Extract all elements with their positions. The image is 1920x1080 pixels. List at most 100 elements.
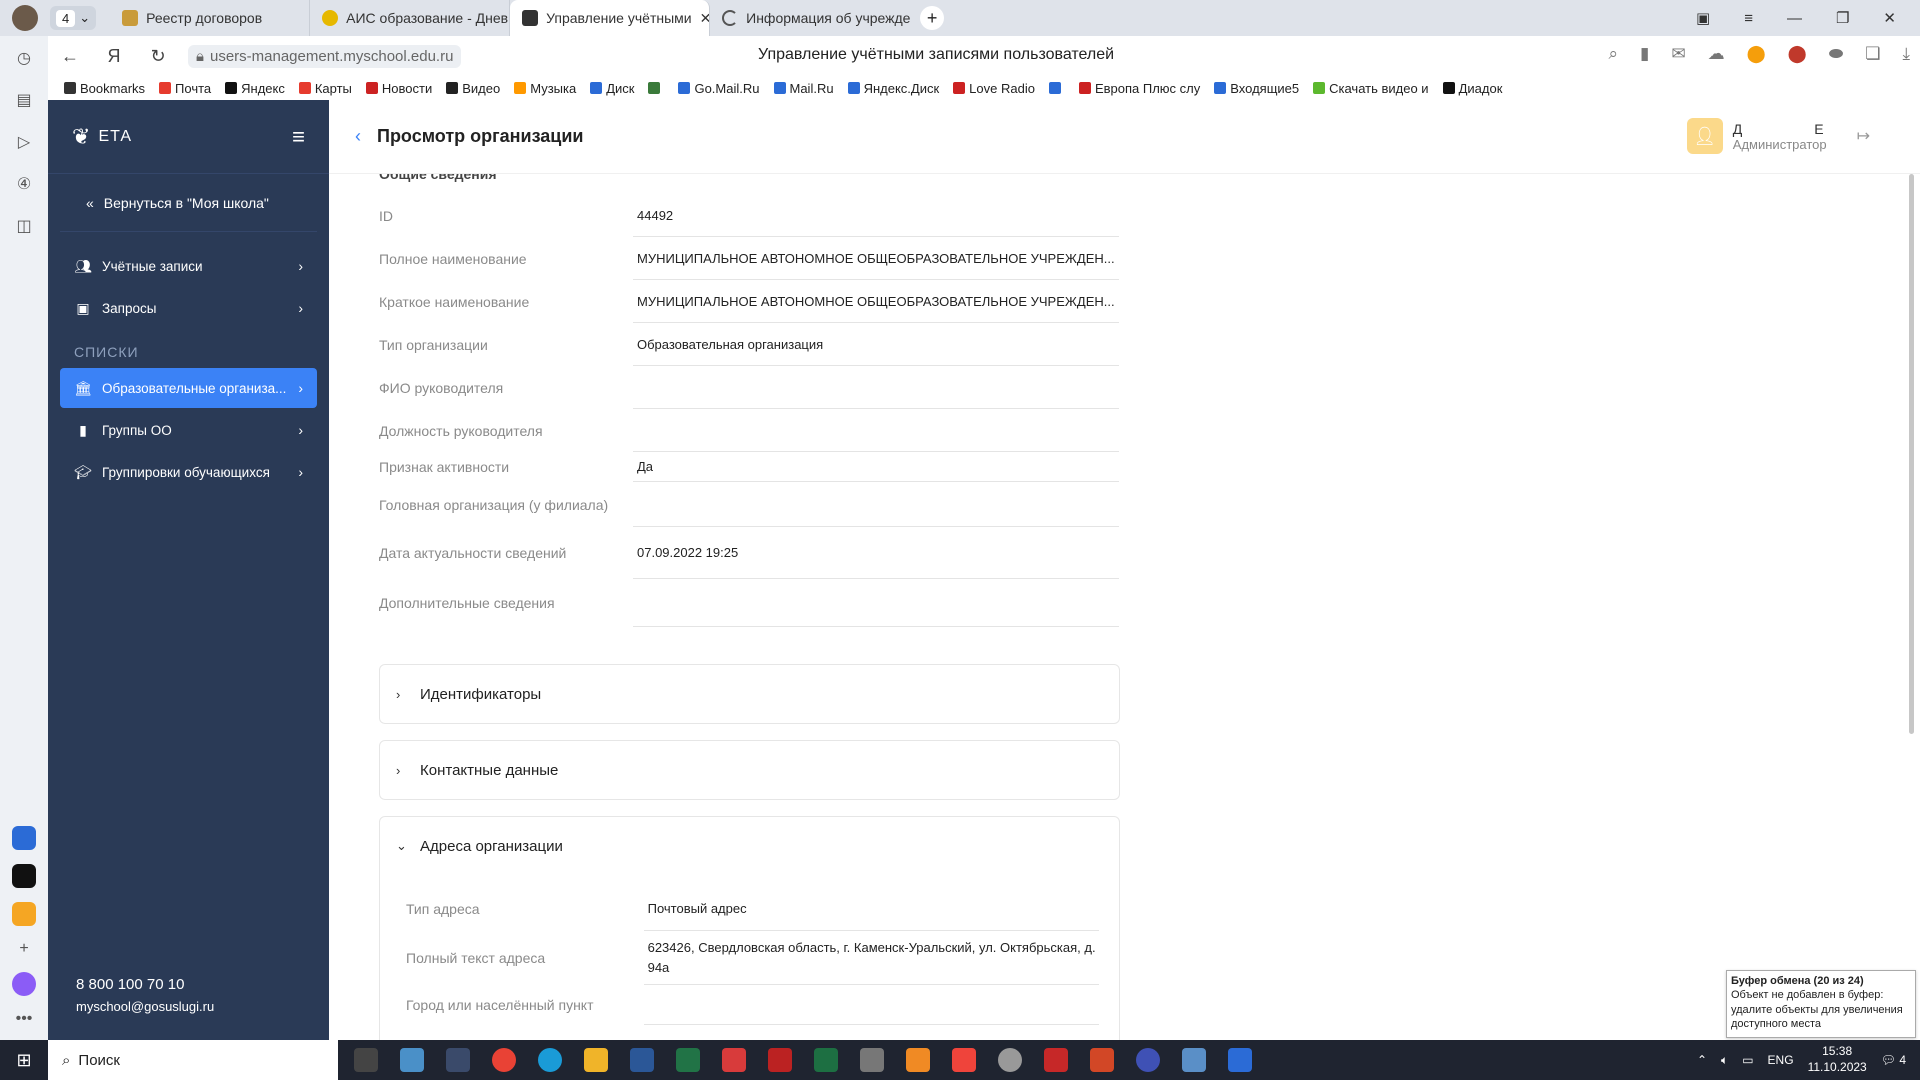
- sidebar-item-requests[interactable]: ▣ Запросы ›: [60, 288, 317, 328]
- tab-counter[interactable]: 4 ⌄: [50, 6, 97, 30]
- tabs-panel-icon[interactable]: ▣: [1696, 9, 1710, 27]
- app-monitor-icon[interactable]: [1182, 1048, 1206, 1072]
- extension-mail-icon[interactable]: ✉: [1671, 44, 1685, 64]
- network-icon[interactable]: [860, 1048, 884, 1072]
- word-icon[interactable]: [630, 1048, 654, 1072]
- anydesk-icon[interactable]: [952, 1048, 976, 1072]
- history-icon[interactable]: ◷: [17, 48, 31, 68]
- bookmark-item[interactable]: Яндекс: [225, 81, 285, 96]
- back-icon[interactable]: ‹: [355, 126, 361, 147]
- volume-icon[interactable]: 🔈︎: [1721, 1053, 1728, 1068]
- app-bug-icon[interactable]: [768, 1048, 792, 1072]
- windows-start-icon[interactable]: ⊞: [0, 1050, 48, 1071]
- browser-tab-contracts[interactable]: Реестр договоров: [110, 0, 311, 36]
- browser-profile-avatar[interactable]: [12, 5, 38, 31]
- bookmark-item[interactable]: Музыка: [514, 81, 576, 96]
- sidebar-item-organizations[interactable]: 🏛︎ Образовательные организа... ›: [60, 368, 317, 408]
- play-icon[interactable]: ▷: [18, 132, 30, 152]
- url-field[interactable]: 🔒︎ users-management.myschool.edu.ru: [188, 44, 462, 68]
- bookmark-item[interactable]: Bookmarks: [64, 81, 145, 96]
- content-scrollbar[interactable]: [1909, 174, 1914, 734]
- project-icon[interactable]: [676, 1048, 700, 1072]
- download-icon[interactable]: ⤓: [1902, 44, 1910, 64]
- accordion-header[interactable]: › Идентификаторы: [380, 665, 1119, 723]
- app-blue-icon[interactable]: [1136, 1048, 1160, 1072]
- extension-shield-icon[interactable]: ⬤: [1747, 44, 1766, 64]
- bookmark-item[interactable]: Love Radio: [953, 81, 1035, 96]
- clock[interactable]: 15:38 11.10.2023: [1808, 1044, 1867, 1075]
- browser-tab-users-management[interactable]: Управление учётными ✕: [510, 0, 711, 36]
- accordion-header[interactable]: › Контактные данные: [380, 741, 1119, 799]
- task-view-icon[interactable]: [354, 1048, 378, 1072]
- back-icon[interactable]: ←: [48, 46, 92, 67]
- menu-icon[interactable]: ≡: [1744, 10, 1753, 27]
- file-explorer-icon[interactable]: [584, 1048, 608, 1072]
- extension-cloud-icon[interactable]: ☁: [1708, 44, 1725, 64]
- bookmark-item[interactable]: Mail.Ru: [773, 81, 834, 96]
- close-icon[interactable]: ✕: [700, 10, 710, 27]
- bookmark-item[interactable]: Яндекс.Диск: [847, 81, 939, 96]
- notifications-icon[interactable]: 💬︎ 4: [1881, 1053, 1906, 1067]
- reload-icon[interactable]: ↻: [136, 46, 180, 67]
- back-to-school-link[interactable]: « Вернуться в "Моя школа": [60, 174, 317, 232]
- edge-icon[interactable]: [538, 1048, 562, 1072]
- browser-tab-ais[interactable]: АИС образование - Днев: [310, 0, 511, 36]
- minimize-icon[interactable]: —: [1787, 10, 1802, 27]
- collections-icon[interactable]: ❏: [1865, 44, 1880, 64]
- logout-icon[interactable]: ↦: [1857, 126, 1870, 146]
- bookmark-item[interactable]: Новости: [365, 81, 432, 96]
- bookmark-item[interactable]: Входящие5: [1214, 81, 1299, 96]
- extension-hat-icon[interactable]: ⬬: [1829, 44, 1844, 64]
- bookmark-item[interactable]: Go.Mail.Ru: [678, 81, 760, 96]
- bookmark-item[interactable]: Диадок: [1442, 81, 1502, 96]
- maximize-icon[interactable]: ❐: [1836, 9, 1849, 27]
- bookmark-icon[interactable]: ▮: [1640, 44, 1649, 64]
- bookmark-item[interactable]: Почта: [159, 81, 211, 96]
- bookmark-item[interactable]: [648, 82, 664, 94]
- app-gear-icon[interactable]: [998, 1048, 1022, 1072]
- bookmark-item[interactable]: Скачать видео и: [1313, 81, 1429, 96]
- sidebar-item-accounts[interactable]: 👥︎ Учётные записи ›: [60, 246, 317, 286]
- chevron-up-icon[interactable]: ⌃: [1697, 1053, 1707, 1067]
- assistant-icon[interactable]: [12, 972, 36, 996]
- acrobat-icon[interactable]: [1044, 1048, 1068, 1072]
- browser-tab-info[interactable]: Информация об учрежде: [710, 0, 910, 36]
- bookmark-item[interactable]: [1048, 82, 1065, 94]
- notes-icon[interactable]: ▤: [16, 90, 31, 110]
- counter-icon[interactable]: ④: [17, 174, 31, 194]
- accordion-identifiers[interactable]: › Идентификаторы: [379, 664, 1120, 724]
- camera-icon[interactable]: ◫: [16, 216, 31, 236]
- chrome-icon[interactable]: [492, 1048, 516, 1072]
- yandex-disk-icon[interactable]: [12, 826, 36, 850]
- accordion-header[interactable]: ⌄ Адреса организации: [380, 817, 1119, 875]
- bookmark-item[interactable]: Европа Плюс слу: [1078, 81, 1200, 96]
- new-tab-button[interactable]: +: [920, 6, 945, 30]
- app-orange-icon[interactable]: [906, 1048, 930, 1072]
- app-red-icon[interactable]: [722, 1048, 746, 1072]
- alice-icon[interactable]: [12, 864, 36, 888]
- taskbar-search[interactable]: ⌕ Поиск: [48, 1040, 338, 1080]
- search-icon[interactable]: ⌕: [1609, 44, 1619, 64]
- accordion-addresses[interactable]: ⌄ Адреса организации Тип адреса Почтовый …: [379, 816, 1120, 1040]
- accordion-contacts[interactable]: › Контактные данные: [379, 740, 1120, 800]
- support-email[interactable]: myschool@gosuslugi.ru: [76, 999, 214, 1014]
- powerpoint-icon[interactable]: [1090, 1048, 1114, 1072]
- bookmark-item[interactable]: Видео: [446, 81, 500, 96]
- sidebar-item-student-groupings[interactable]: 🎓︎ Группировки обучающихся ›: [60, 452, 317, 492]
- language-indicator[interactable]: ENG: [1768, 1053, 1794, 1067]
- yandex-browser-icon[interactable]: [446, 1048, 470, 1072]
- sidebar-item-groups[interactable]: ▮ Группы ОО ›: [60, 410, 317, 450]
- yandex-disk-icon[interactable]: [1228, 1048, 1252, 1072]
- bookmark-item[interactable]: Диск: [590, 81, 634, 96]
- excel-icon[interactable]: [814, 1048, 838, 1072]
- mail-icon[interactable]: [12, 902, 36, 926]
- hamburger-icon[interactable]: ≡: [292, 124, 305, 150]
- network-icon[interactable]: ▭: [1742, 1053, 1753, 1067]
- more-icon[interactable]: •••: [16, 1010, 33, 1028]
- add-icon[interactable]: +: [19, 940, 28, 958]
- avatar[interactable]: 👤︎: [1686, 118, 1723, 154]
- bookmark-item[interactable]: Карты: [298, 81, 352, 96]
- app-icon[interactable]: [400, 1048, 424, 1072]
- close-window-icon[interactable]: ✕: [1883, 9, 1896, 27]
- extension-bug-icon[interactable]: ⬤: [1788, 44, 1807, 64]
